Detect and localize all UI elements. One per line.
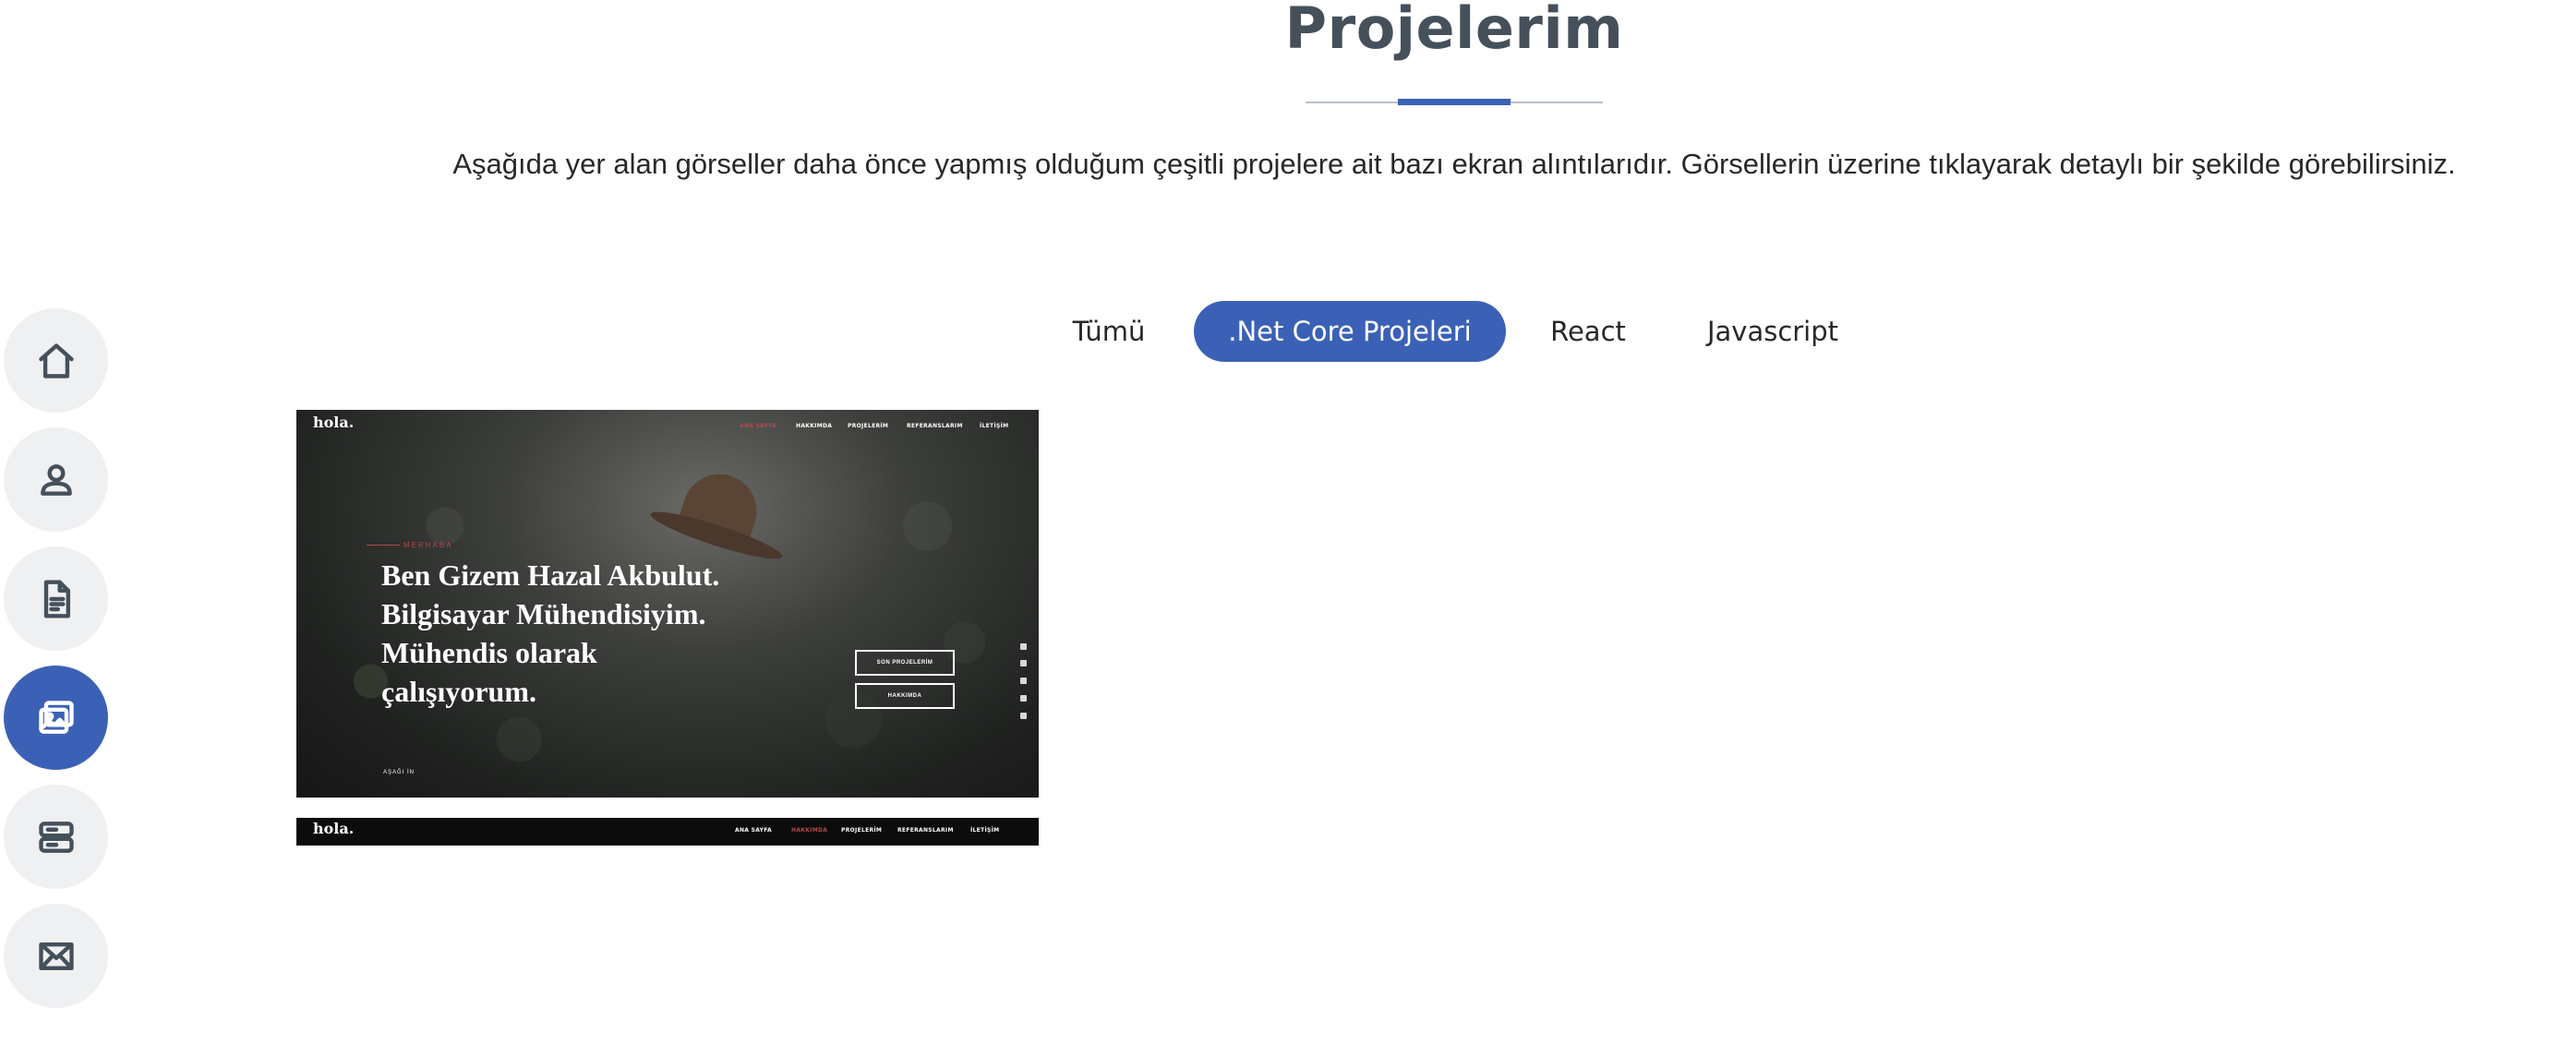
screenshot-nav-item: İLETİŞİM (980, 423, 1009, 429)
page-title: Projelerim (1284, 0, 1624, 62)
screenshot-logo: hola. (313, 414, 355, 431)
hero-line: Bilgisayar Mühendisiyim. (381, 597, 706, 630)
nav-resume-button[interactable] (4, 546, 108, 651)
envelope-icon (38, 942, 74, 970)
screenshot-logo: hola. (313, 820, 355, 837)
filter-net-core[interactable]: .Net Core Projeleri (1194, 301, 1506, 362)
screenshot-nav-item: ANA SAYFA (740, 423, 776, 429)
project-screenshot-secondary: hola. ANA SAYFA HAKKIMDA PROJELERİM REFE… (296, 818, 1039, 846)
filter-react[interactable]: React (1535, 301, 1642, 362)
screenshot-kicker: MERHABA (403, 541, 453, 549)
hero-line: Mühendis olarak (381, 636, 597, 669)
screenshot-nav-item: ANA SAYFA (735, 827, 772, 834)
filter-javascript[interactable]: Javascript (1690, 301, 1856, 362)
project-screenshot: hola. ANA SAYFA HAKKIMDA PROJELERİM REFE… (296, 410, 1039, 798)
screenshot-scroll-label: AŞAĞI İN (383, 770, 415, 775)
screenshot-nav-item: İLETİŞİM (970, 827, 1000, 834)
screenshot-about-button: HAKKIMDA (855, 683, 955, 709)
nav-services-button[interactable] (4, 785, 108, 889)
screenshot-nav-item: PROJELERİM (841, 827, 883, 834)
dribbble-icon (1020, 695, 1027, 702)
screenshot-projects-button: SON PROJELERİM (855, 650, 955, 676)
nav-contact-button[interactable] (4, 904, 108, 1008)
document-icon (43, 579, 70, 618)
project-filters: Tümü .Net Core Projeleri React Javascrip… (0, 301, 2576, 362)
linkedin-icon (1020, 713, 1027, 719)
project-thumbnail[interactable]: hola. ANA SAYFA HAKKIMDA PROJELERİM REFE… (296, 410, 1039, 846)
filter-all[interactable]: Tümü (1055, 301, 1162, 362)
section-description: Aşağıda yer alan görseller daha önce yap… (452, 148, 2456, 180)
hero-line: çalışıyorum. (381, 675, 536, 708)
facebook-icon (1020, 643, 1027, 650)
screenshot-nav-item: HAKKIMDA (796, 423, 833, 429)
person-icon (40, 463, 72, 496)
screenshot-nav-item: REFERANSLARIM (897, 827, 954, 834)
hat-image (647, 464, 786, 567)
nav-portfolio-button[interactable] (4, 666, 108, 770)
screenshot-nav-item: HAKKIMDA (791, 827, 828, 834)
screenshot-hero-text: Ben Gizem Hazal Akbulut. Bilgisayar Mühe… (381, 556, 719, 711)
title-divider-accent (1398, 99, 1511, 105)
screenshot-nav-item: REFERANSLARIM (907, 423, 963, 429)
screenshot-nav-item: PROJELERİM (848, 423, 889, 429)
instagram-icon (1020, 678, 1027, 684)
nav-about-button[interactable] (4, 427, 108, 532)
twitter-icon (1020, 660, 1027, 666)
server-icon (38, 821, 74, 853)
screenshot-kicker-line (367, 545, 400, 546)
images-icon (38, 700, 74, 734)
hero-line: Ben Gizem Hazal Akbulut. (381, 558, 720, 592)
